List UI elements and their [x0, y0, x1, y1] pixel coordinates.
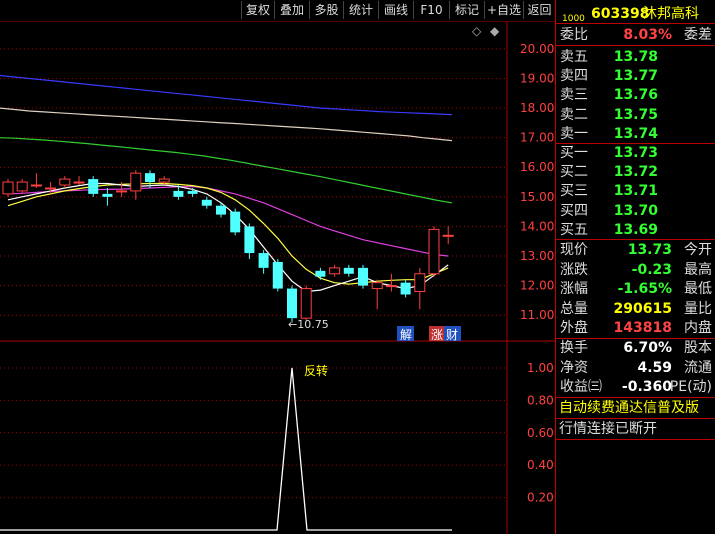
- price-tick-label: 15.00: [520, 190, 554, 204]
- candle[interactable]: [315, 267, 326, 280]
- stats-button[interactable]: 统计: [343, 1, 378, 19]
- candle[interactable]: [30, 173, 42, 188]
- low-price-marker: ←10.75: [288, 318, 329, 331]
- candle[interactable]: [88, 176, 99, 197]
- candle[interactable]: [201, 196, 212, 209]
- renew-notice[interactable]: 自动续费通达信普及版: [556, 397, 715, 419]
- price-tick-label: 11.00: [520, 308, 554, 322]
- moving-average-line: [0, 137, 453, 204]
- renew-notice-text[interactable]: 自动续费通达信普及版: [559, 397, 699, 419]
- back-button[interactable]: 返回: [523, 1, 555, 19]
- tag-cai[interactable]: 财: [446, 328, 458, 342]
- connection-status-text: 行情连接已断开: [559, 421, 657, 437]
- tag-jie[interactable]: 解: [400, 328, 412, 342]
- candle[interactable]: [428, 226, 440, 277]
- add-favorite-button[interactable]: +自选: [484, 1, 523, 19]
- candle[interactable]: [130, 170, 142, 200]
- candle[interactable]: [73, 176, 85, 185]
- moving-average-line: [0, 74, 453, 116]
- quote-panel: 1000 603398 沐邦高科 委比 8.03% 委差 卖五 13.78 卖四 13…: [555, 0, 715, 534]
- kline-chart[interactable]: 20.00 19.00 18.00 17.00 16.00 15.00 14.00 13.00…: [0, 21, 555, 534]
- f10-button[interactable]: F10: [413, 1, 449, 19]
- weibi-value: 8.03%: [623, 27, 672, 43]
- candle[interactable]: [329, 264, 341, 277]
- candle[interactable]: [442, 226, 454, 245]
- signal-label: 反转: [304, 363, 328, 378]
- indicator-tick-label: 1.00: [527, 361, 554, 375]
- candle[interactable]: [244, 223, 255, 259]
- indicator-tick-label: 0.60: [527, 426, 554, 440]
- connection-status: 行情连接已断开: [556, 418, 715, 440]
- price-tick-label: 12.00: [520, 279, 554, 293]
- candle[interactable]: [371, 279, 383, 310]
- candle[interactable]: [358, 264, 368, 289]
- candle[interactable]: [102, 187, 113, 206]
- candle[interactable]: [59, 176, 71, 188]
- pin-icon[interactable]: ◆: [490, 24, 500, 38]
- mark-button[interactable]: 标记: [449, 1, 484, 19]
- stock-header: 1000 603398 沐邦高科: [556, 2, 715, 24]
- indicator-tick-label: 0.80: [527, 393, 554, 407]
- price-tick-label: 14.00: [520, 219, 554, 233]
- candle[interactable]: [300, 285, 312, 322]
- candle[interactable]: [414, 267, 426, 310]
- price-tick-label: 17.00: [520, 131, 554, 145]
- moving-average-line: [0, 107, 453, 142]
- fuquan-button[interactable]: 复权: [241, 1, 274, 19]
- quote-row: 收益㈢ -0.360 PE(动): [556, 375, 715, 399]
- divider: [556, 439, 715, 440]
- candle[interactable]: [2, 179, 14, 197]
- indicator-tick-label: 0.40: [527, 458, 554, 472]
- quote-row-value: -0.360: [621, 379, 672, 396]
- reversal-indicator-line: [0, 367, 452, 531]
- candle[interactable]: [16, 179, 28, 194]
- chart-toolbar: 复权 叠加 多股 统计 画线 F10 标记 +自选 返回: [0, 0, 555, 21]
- draw-line-button[interactable]: 画线: [378, 1, 413, 19]
- weicha-label: 委差: [684, 27, 712, 43]
- overlay-button[interactable]: 叠加: [274, 1, 309, 19]
- multi-stock-button[interactable]: 多股: [309, 1, 343, 19]
- indicator-tick-label: 0.20: [527, 491, 554, 505]
- price-tick-label: 16.00: [520, 160, 554, 174]
- tag-zhang[interactable]: 涨: [431, 327, 443, 342]
- moving-average-line: [7, 182, 449, 285]
- candle[interactable]: [230, 208, 241, 236]
- diamond-icon[interactable]: ◇: [472, 24, 482, 38]
- candle[interactable]: [258, 250, 269, 274]
- candle[interactable]: [385, 273, 397, 292]
- candle[interactable]: [400, 279, 411, 298]
- price-tick-label: 13.00: [520, 249, 554, 263]
- candle[interactable]: [343, 264, 354, 277]
- price-tick-label: 19.00: [520, 71, 554, 85]
- moving-average-line: [7, 182, 449, 293]
- price-tick-label: 18.00: [520, 101, 554, 115]
- quote-row-label: 收益㈢: [560, 379, 602, 396]
- weibi-label: 委比: [560, 27, 588, 43]
- quote-row-ext: PE(动): [669, 379, 712, 396]
- weibi-row: 委比 8.03% 委差: [556, 23, 715, 47]
- candle[interactable]: [272, 258, 283, 292]
- price-tick-label: 20.00: [520, 42, 554, 56]
